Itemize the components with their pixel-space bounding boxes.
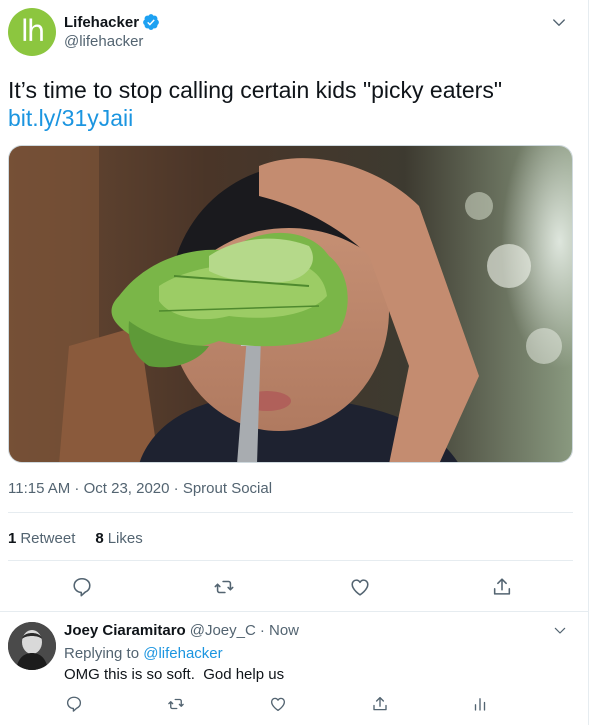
tweet-action-bar xyxy=(8,575,573,603)
reply-share-button[interactable] xyxy=(370,694,390,714)
heart-icon xyxy=(270,697,286,712)
reply-button[interactable] xyxy=(70,575,94,599)
reply-icon xyxy=(66,696,82,712)
tweet-link[interactable]: bit.ly/31yJaii xyxy=(8,104,578,132)
author-name[interactable]: Lifehacker xyxy=(64,14,139,31)
tweet-meta: 11:15 AM · Oct 23, 2020 · Sprout Social xyxy=(8,480,272,497)
reply-icon xyxy=(73,577,91,597)
like-button[interactable] xyxy=(348,575,372,599)
share-icon xyxy=(373,696,387,711)
likes-count: 8 xyxy=(95,530,104,547)
chevron-down-icon[interactable] xyxy=(550,14,568,32)
meta-separator: · xyxy=(169,480,183,497)
tweet-source[interactable]: Sprout Social xyxy=(183,480,272,497)
tweet-text: It’s time to stop calling certain kids "… xyxy=(8,76,578,132)
reply-header: Joey Ciaramitaro @Joey_C · Now xyxy=(64,622,299,639)
reply-like-button[interactable] xyxy=(268,694,288,714)
likes-stat[interactable]: 8 Likes xyxy=(95,530,142,547)
retweets-label: Retweet xyxy=(20,530,76,547)
likes-label: Likes xyxy=(107,530,143,547)
reply-analytics-button[interactable] xyxy=(470,694,490,714)
share-icon xyxy=(493,578,511,595)
retweets-stat[interactable]: 1 Retweet xyxy=(8,530,75,547)
avatar-photo xyxy=(8,622,56,670)
reply-author-name[interactable]: Joey Ciaramitaro xyxy=(64,622,186,639)
tweet-photo xyxy=(9,146,572,462)
share-button[interactable] xyxy=(490,575,514,599)
chevron-down-icon[interactable] xyxy=(552,623,568,639)
replying-to: Replying to @lifehacker xyxy=(64,645,223,662)
lifehacker-avatar[interactable]: lh xyxy=(8,8,56,56)
reply-time[interactable]: · Now xyxy=(260,622,299,639)
retweets-count: 1 xyxy=(8,530,17,547)
retweet-button[interactable] xyxy=(212,575,236,599)
tweet-detail-panel: lh Lifehacker @lifehacker It’s time to s… xyxy=(0,0,589,725)
reply-author-avatar[interactable] xyxy=(8,622,56,670)
tweet-stats: 1 Retweet 8 Likes xyxy=(8,530,143,547)
reply-author-handle[interactable]: @Joey_C xyxy=(190,622,256,639)
tweet-timestamp[interactable]: 11:15 AM · Oct 23, 2020 xyxy=(8,480,169,497)
reply-retweet-button[interactable] xyxy=(166,694,186,714)
avatar-logo-text: lh xyxy=(20,13,45,48)
retweet-icon xyxy=(168,698,184,710)
tweet-author[interactable]: Lifehacker @lifehacker xyxy=(64,12,160,50)
retweet-icon xyxy=(214,580,234,594)
author-handle[interactable]: @lifehacker xyxy=(64,33,160,50)
analytics-icon xyxy=(474,698,486,711)
reply-text: OMG this is so soft. God help us xyxy=(64,666,285,683)
tweet-body: It’s time to stop calling certain kids "… xyxy=(8,77,502,103)
verified-badge-icon xyxy=(143,14,159,30)
reply-action-bar xyxy=(64,694,504,714)
replying-to-prefix: Replying to xyxy=(64,645,140,662)
reply-divider xyxy=(0,611,589,612)
divider xyxy=(8,512,573,513)
tweet-image[interactable] xyxy=(8,145,573,463)
replying-to-mention[interactable]: @lifehacker xyxy=(143,645,222,662)
heart-icon xyxy=(351,579,369,596)
reply-reply-button[interactable] xyxy=(64,694,84,714)
divider xyxy=(8,560,573,561)
